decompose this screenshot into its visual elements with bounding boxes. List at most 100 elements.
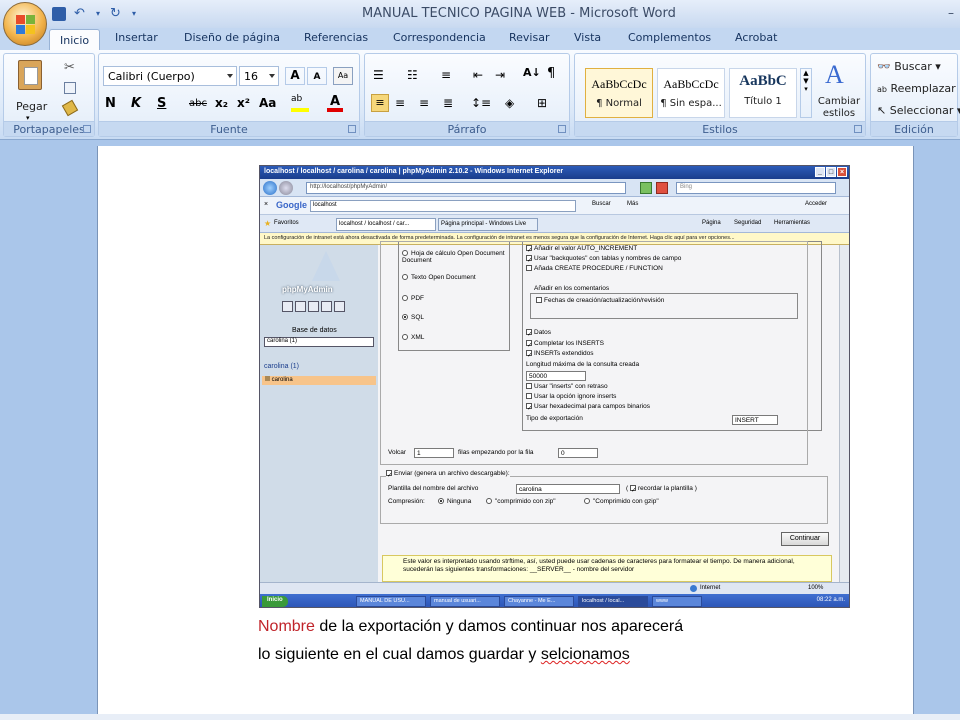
pma-remember: ( ✓ recordar la plantilla ): [626, 485, 697, 495]
google-toolbar: × Google localhost Buscar Más Acceder: [260, 197, 849, 215]
ribbon-tabs: Inicio Insertar Diseño de página Referen…: [0, 28, 960, 50]
replace-button[interactable]: ab Reemplazar: [877, 82, 956, 95]
cut-icon[interactable]: ✂: [64, 60, 75, 75]
chk-remember-icon: ✓: [629, 485, 637, 495]
start-button: Inicio: [262, 596, 288, 607]
change-styles-button[interactable]: A Cambiar estilos: [815, 58, 863, 122]
shrink-font-icon[interactable]: A: [307, 67, 327, 85]
styles-launcher-icon[interactable]: [854, 125, 862, 133]
paragraph-launcher-icon[interactable]: [558, 125, 566, 133]
taskbar-clock: 08:22 a.m.: [816, 597, 845, 603]
align-left-icon[interactable]: ≡: [371, 94, 389, 112]
tab-referencias[interactable]: Referencias: [304, 31, 368, 44]
show-marks-icon[interactable]: ¶: [547, 66, 555, 81]
ie-google-close-icon: ×: [264, 201, 269, 208]
undo-icon[interactable]: ↶: [74, 7, 88, 21]
tab-revisar[interactable]: Revisar: [509, 31, 549, 44]
superscript-icon[interactable]: x²: [237, 96, 250, 110]
underline-icon[interactable]: S: [157, 96, 166, 111]
pma-notice-text: Este valor es interpretado usando strfti…: [403, 558, 795, 573]
minimize-button[interactable]: –: [948, 6, 954, 20]
google-search-button: Buscar: [592, 201, 611, 207]
pma-right-panel: Hoja de cálculo Open Document Texto Open…: [378, 241, 848, 582]
change-case-icon[interactable]: Aa: [259, 96, 276, 110]
pma-template-input: carolina: [516, 484, 620, 494]
align-center-icon[interactable]: ≡: [395, 96, 405, 110]
pma-continue-button: Continuar: [781, 532, 829, 546]
ie-zone: Internet: [700, 585, 721, 591]
borders-icon[interactable]: ⊞: [537, 96, 547, 110]
office-button[interactable]: [3, 2, 47, 46]
find-button[interactable]: 👓 Buscar ▾: [877, 60, 941, 73]
bold-icon[interactable]: N: [105, 96, 116, 111]
style-no-spacing[interactable]: AaBbCcDc ¶ Sin espa...: [657, 68, 725, 118]
pma-comp-zip: "comprimido con zip": [486, 498, 556, 505]
paste-button[interactable]: Pegar ▾: [12, 58, 48, 122]
shading-icon[interactable]: ◈: [505, 96, 514, 110]
select-button[interactable]: ↖ Seleccionar ▾: [877, 104, 960, 117]
pma-dump-rows-input: 1: [414, 448, 454, 458]
undo-dropdown-icon[interactable]: ▾: [96, 7, 102, 21]
ie-address-bar: http://localhost/phpMyAdmin/ Bing: [260, 179, 849, 197]
style-no-spacing-name: ¶ Sin espa...: [660, 98, 722, 109]
strikethrough-icon[interactable]: abc: [189, 98, 207, 109]
redo-icon[interactable]: ↻: [110, 7, 124, 21]
italic-icon[interactable]: K: [131, 96, 141, 111]
tab-inicio[interactable]: Inicio: [49, 29, 101, 50]
grow-font-icon[interactable]: A: [285, 67, 305, 85]
binoculars-icon: 👓: [877, 60, 891, 73]
copy-icon[interactable]: [64, 82, 76, 94]
multilevel-list-icon[interactable]: ≡: [441, 68, 451, 82]
decrease-indent-icon[interactable]: ⇤: [473, 68, 483, 82]
tab-acrobat[interactable]: Acrobat: [735, 31, 777, 44]
clipboard-icon: [18, 60, 42, 90]
doc-line-2-main: lo siguiente en el cual damos guardar y: [258, 646, 541, 663]
increase-indent-icon[interactable]: ⇥: [495, 68, 505, 82]
doc-paragraph-line-2[interactable]: lo siguiente en el cual damos guardar y …: [258, 646, 630, 664]
taskbar-item-2: manual de usuari...: [430, 596, 500, 607]
tab-diseno[interactable]: Diseño de página: [184, 31, 280, 44]
font-color-icon[interactable]: A: [327, 94, 343, 112]
subscript-icon[interactable]: x₂: [215, 96, 228, 110]
pma-dump-mid: filas empezando por la fila: [458, 449, 534, 456]
taskbar-item-5: www: [652, 596, 702, 607]
numbering-icon[interactable]: ☷: [407, 68, 418, 82]
embedded-screenshot[interactable]: localhost / localhost / carolina / carol…: [259, 165, 850, 608]
quick-access-toolbar: ↶ ▾ ↻ ▾: [52, 5, 138, 23]
align-right-icon[interactable]: ≡: [419, 96, 429, 110]
highlight-icon[interactable]: ab: [291, 94, 309, 112]
format-painter-icon[interactable]: [61, 99, 79, 117]
radio-comp-zip-icon: [486, 498, 492, 505]
office-logo-icon: [16, 15, 36, 35]
customize-qat-icon[interactable]: ▾: [132, 7, 138, 21]
google-more-button: Más: [627, 201, 639, 207]
favorites-star-icon: ★: [264, 219, 272, 228]
google-query: localhost: [310, 200, 576, 212]
taskbar-item-1: MANUAL DE USU...: [356, 596, 426, 607]
tab-insertar[interactable]: Insertar: [115, 31, 158, 44]
pma-sql-icon: [295, 301, 306, 312]
font-size-combo[interactable]: 16: [239, 66, 279, 86]
clear-formatting-icon[interactable]: Aa: [333, 67, 353, 85]
doc-paragraph-line-1[interactable]: Nombre de la exportación y damos continu…: [258, 618, 683, 636]
save-icon[interactable]: [52, 7, 66, 21]
styles-scroll[interactable]: ▲ ▼ ▾: [800, 68, 812, 118]
replace-icon: ab: [877, 85, 887, 94]
ie-tab-1: localhost / localhost / car...: [336, 218, 436, 231]
pma-template-label: Plantilla del nombre del archivo: [388, 485, 479, 492]
justify-icon[interactable]: ≣: [443, 96, 453, 110]
tab-correspondencia[interactable]: Correspondencia: [393, 31, 486, 44]
pma-table-name: carolina: [271, 377, 293, 383]
style-normal[interactable]: AaBbCcDc ¶ Normal: [585, 68, 653, 118]
ie-tool-seguridad: Seguridad: [734, 220, 762, 226]
tab-complementos[interactable]: Complementos: [628, 31, 711, 44]
line-spacing-icon[interactable]: ↕≡: [471, 96, 491, 110]
clipboard-launcher-icon[interactable]: [83, 125, 91, 133]
bullets-icon[interactable]: ☰: [373, 68, 384, 82]
font-name-combo[interactable]: Calibri (Cuerpo): [103, 66, 237, 86]
font-launcher-icon[interactable]: [348, 125, 356, 133]
ie-close-icon: ×: [837, 167, 847, 177]
style-heading1[interactable]: AaBbC Título 1: [729, 68, 797, 118]
tab-vista[interactable]: Vista: [574, 31, 601, 44]
sort-icon[interactable]: A↓: [523, 66, 541, 79]
